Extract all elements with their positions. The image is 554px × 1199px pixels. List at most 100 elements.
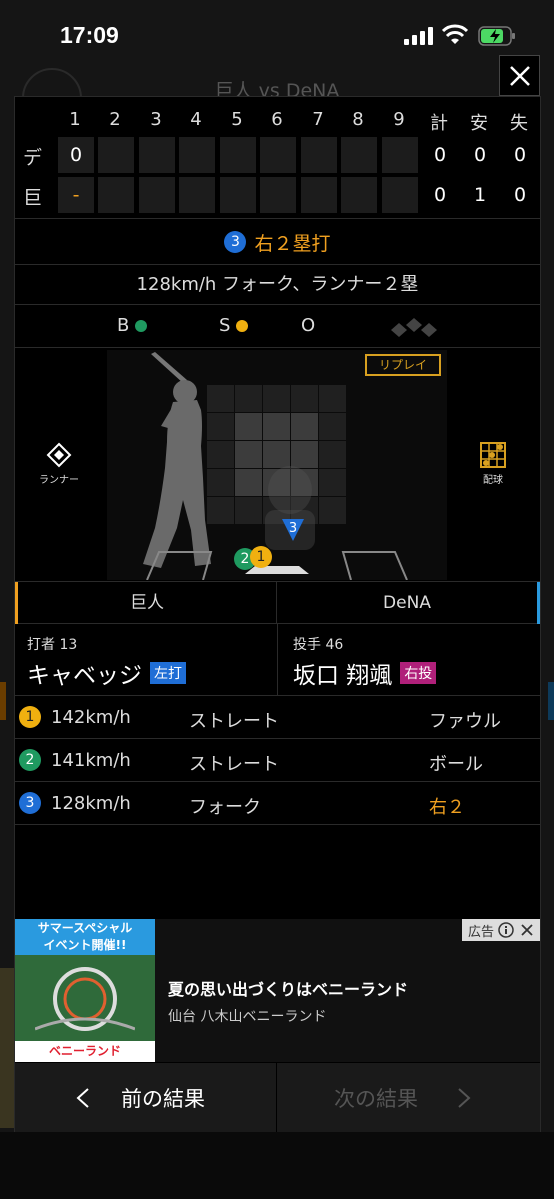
pitch-number-badge: 3 bbox=[19, 792, 41, 814]
inning-score bbox=[341, 177, 377, 213]
batter-hand-badge: 左打 bbox=[150, 662, 186, 684]
inning-score bbox=[301, 137, 337, 173]
runner-label: ランナー bbox=[39, 475, 79, 486]
pitch-marker-1: 1 bbox=[250, 546, 272, 568]
total-errors-header: 失 bbox=[510, 113, 528, 134]
inning-header: 1 bbox=[69, 109, 81, 130]
status-bar: 17:09 bbox=[0, 0, 554, 72]
team-abbr-home: 巨 bbox=[23, 187, 43, 209]
inning-score bbox=[341, 137, 377, 173]
ad-subtitle: 仙台 八木山ベニーランド bbox=[168, 1009, 327, 1025]
close-button[interactable] bbox=[499, 55, 540, 96]
strike-label: S bbox=[219, 315, 231, 336]
total-errors: 0 bbox=[513, 144, 527, 166]
inning-score: - bbox=[58, 177, 94, 213]
chevron-right-icon bbox=[458, 1087, 471, 1108]
status-time: 17:09 bbox=[60, 22, 119, 48]
total-hits: 0 bbox=[473, 144, 487, 166]
pitch-type: フォーク bbox=[189, 797, 261, 818]
total-hits: 1 bbox=[473, 184, 487, 206]
inning-score: 0 bbox=[58, 137, 94, 173]
team-away: DeNA bbox=[277, 582, 540, 624]
ad-tag-label: 広告 bbox=[467, 924, 494, 940]
ball-dot bbox=[135, 319, 148, 332]
ad-banner[interactable]: サマースペシャル イベント開催!! ベニーランド 広告 夏の思い出づくりはベニー… bbox=[15, 919, 540, 1062]
pitcher-hand-badge: 右投 bbox=[400, 662, 437, 684]
pitch-row: 2 141km/h ストレート ボール bbox=[15, 739, 540, 782]
ad-tag[interactable]: 広告 bbox=[461, 919, 540, 941]
inning-score bbox=[98, 177, 134, 213]
pitch-chart-label: 配球 bbox=[483, 475, 503, 486]
ball-count: B bbox=[117, 315, 148, 336]
signal-icon bbox=[404, 27, 434, 45]
inning-score bbox=[260, 177, 296, 213]
ad-info-icon bbox=[498, 922, 514, 938]
inning-header: 7 bbox=[312, 109, 324, 130]
team-home: 巨人 bbox=[15, 582, 277, 624]
play-number-badge: 3 bbox=[224, 231, 247, 253]
out-label: O bbox=[301, 315, 316, 336]
inning-score bbox=[179, 137, 215, 173]
inning-score bbox=[139, 137, 175, 173]
strike-count: S bbox=[219, 315, 249, 336]
chevron-left-icon bbox=[76, 1087, 89, 1108]
inning-header: 2 bbox=[109, 109, 121, 130]
pitch-type: ストレート bbox=[189, 711, 279, 732]
background-accent bbox=[0, 682, 6, 720]
home-plate-area bbox=[146, 551, 408, 580]
inning-score bbox=[179, 177, 215, 213]
matchup-players: 打者 13 キャベッジ 左打 投手 46 坂口 翔颯 右投 bbox=[15, 624, 540, 696]
inning-header: 4 bbox=[190, 109, 202, 130]
pitch-number-badge: 2 bbox=[19, 749, 41, 771]
catcher-silhouette bbox=[265, 466, 315, 550]
play-result: 3 右２塁打 bbox=[15, 220, 540, 265]
play-detail-modal: 1 2 3 4 5 6 7 8 9 計 安 失 デ 巨 0 0 0 0 - 0 … bbox=[14, 96, 541, 1132]
pitch-number-badge: 1 bbox=[19, 706, 41, 728]
scoreboard: 1 2 3 4 5 6 7 8 9 計 安 失 デ 巨 0 0 0 0 - 0 … bbox=[15, 97, 540, 219]
batter-role: 打者 13 bbox=[27, 637, 78, 653]
wifi-icon bbox=[442, 24, 468, 44]
inning-header: 9 bbox=[393, 109, 405, 130]
pitch-speed: 128km/h bbox=[51, 793, 131, 814]
inning-header: 3 bbox=[150, 109, 162, 130]
ad-image-logo: ベニーランド bbox=[15, 1041, 155, 1062]
team-tabs: 巨人 DeNA bbox=[15, 581, 540, 624]
pitch-chart-button[interactable]: 配球 bbox=[475, 442, 511, 486]
inning-header: 8 bbox=[352, 109, 364, 130]
inning-score bbox=[139, 177, 175, 213]
pitcher-role: 投手 46 bbox=[293, 637, 344, 653]
pitch-summary: 128km/h フォーク、ランナー２塁 bbox=[15, 265, 540, 305]
pitch-result: ファウル bbox=[429, 711, 501, 732]
inning-score bbox=[98, 137, 134, 173]
ball-label: B bbox=[117, 315, 130, 336]
background-accent bbox=[548, 682, 554, 720]
total-runs-header: 計 bbox=[430, 113, 448, 134]
replay-button[interactable]: リプレイ bbox=[365, 354, 441, 376]
out-count: O bbox=[301, 315, 315, 336]
inning-score bbox=[220, 137, 256, 173]
ad-image[interactable]: サマースペシャル イベント開催!! ベニーランド bbox=[15, 919, 155, 1062]
result-navigation: 前の結果 次の結果 bbox=[15, 1063, 540, 1132]
close-icon bbox=[509, 65, 530, 86]
inning-score bbox=[260, 137, 296, 173]
rollercoaster-graphic bbox=[35, 967, 135, 1031]
count-indicator: B S O bbox=[15, 305, 540, 348]
runner-button[interactable]: ランナー bbox=[39, 442, 79, 486]
prev-result-button[interactable]: 前の結果 bbox=[15, 1063, 277, 1132]
play-result-text: 右２塁打 bbox=[254, 232, 331, 255]
inning-score bbox=[382, 177, 418, 213]
next-result-label: 次の結果 bbox=[334, 1086, 418, 1111]
inning-score bbox=[382, 137, 418, 173]
batter-name: キャベッジ bbox=[27, 663, 142, 689]
ad-title[interactable]: 夏の思い出づくりはベニーランド bbox=[168, 976, 408, 1000]
pitch-list: 1 142km/h ストレート ファウル 2 141km/h ストレート ボール… bbox=[15, 696, 540, 825]
pitch-result: 右２ bbox=[429, 797, 465, 818]
inning-score bbox=[301, 177, 337, 213]
pitch-grid-icon bbox=[480, 442, 506, 468]
pitcher-name-row: 坂口 翔颯 右投 bbox=[293, 656, 437, 690]
total-runs: 0 bbox=[433, 144, 447, 166]
background-footer bbox=[0, 1132, 554, 1199]
prev-result-label: 前の結果 bbox=[121, 1086, 205, 1111]
next-result-button[interactable]: 次の結果 bbox=[278, 1063, 540, 1132]
ad-close-icon[interactable] bbox=[520, 923, 534, 937]
